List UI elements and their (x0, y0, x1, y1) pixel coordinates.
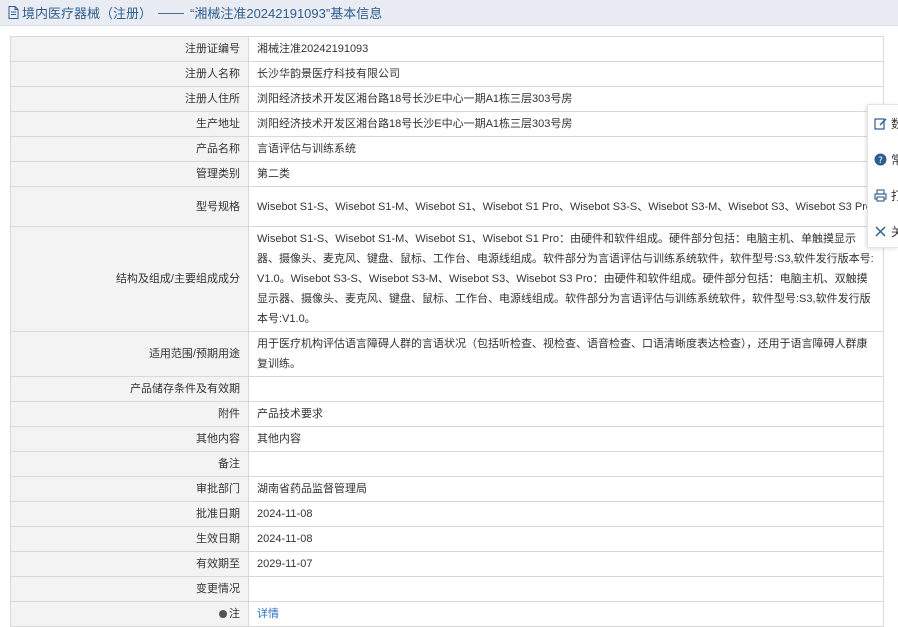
note-icon (219, 610, 227, 618)
table-row: 产品名称 言语评估与训练系统 (10, 136, 884, 162)
feedback-button[interactable]: 数 (868, 105, 898, 141)
row-label: 注册人住所 (10, 86, 249, 112)
table-row: 适用范围/预期用途 用于医疗机构评估语言障碍人群的言语状况（包括听检查、视检查、语… (10, 331, 884, 377)
help-icon: ? (874, 153, 887, 166)
table-row: 其他内容 其他内容 (10, 426, 884, 452)
row-label: 审批部门 (10, 476, 249, 502)
print-button[interactable]: 打 (868, 177, 898, 213)
svg-text:?: ? (878, 156, 883, 166)
row-value: 2024-11-08 (248, 526, 884, 552)
table-row: 结构及组成/主要组成成分 Wisebot S1-S、Wisebot S1-M、Wi… (10, 226, 884, 332)
details-link[interactable]: 详情 (257, 608, 279, 620)
note-label-cell: 注 (10, 601, 249, 627)
note-label: 注 (229, 608, 240, 620)
table-row: 注册人名称 长沙华韵景医疗科技有限公司 (10, 61, 884, 87)
row-label: 产品储存条件及有效期 (10, 376, 249, 402)
table-row: 生产地址 浏阳经济技术开发区湘台路18号长沙E中心一期A1栋三层303号房 (10, 111, 884, 137)
close-button[interactable]: 关 (868, 213, 898, 249)
row-value (248, 376, 884, 402)
close-icon (875, 226, 886, 236)
table-row: 注册人住所 浏阳经济技术开发区湘台路18号长沙E中心一期A1栋三层303号房 (10, 86, 884, 112)
row-label: 注册证编号 (10, 36, 249, 62)
header-title: “湘械注准20242191093”基本信息 (190, 6, 383, 21)
row-label: 适用范围/预期用途 (10, 331, 249, 377)
row-value: Wisebot S1-S、Wisebot S1-M、Wisebot S1、Wis… (248, 226, 884, 332)
row-value: 用于医疗机构评估语言障碍人群的言语状况（包括听检查、视检查、语音检查、口语清晰度… (248, 331, 884, 377)
close-label: 关 (891, 224, 898, 239)
row-label: 注册人名称 (10, 61, 249, 87)
print-label: 打 (891, 188, 898, 203)
floating-sidebar: 数 ? 常 打 关 (867, 104, 898, 248)
header-separator: —— (158, 5, 185, 20)
info-table: 注册证编号 湘械注准20242191093 注册人名称 长沙华韵景医疗科技有限公司 注册… (10, 36, 884, 627)
table-row: 备注 (10, 451, 884, 477)
row-label: 其他内容 (10, 426, 249, 452)
row-label: 结构及组成/主要组成成分 (10, 226, 249, 332)
header-category: 境内医疗器械（注册） (22, 6, 153, 21)
document-icon (8, 6, 19, 19)
row-label: 型号规格 (10, 186, 249, 227)
row-value: 浏阳经济技术开发区湘台路18号长沙E中心一期A1栋三层303号房 (248, 111, 884, 137)
table-row: 型号规格 Wisebot S1-S、Wisebot S1-M、Wisebot S1… (10, 186, 884, 227)
row-value: 第二类 (248, 161, 884, 187)
row-label: 变更情况 (10, 576, 249, 602)
row-value: 浏阳经济技术开发区湘台路18号长沙E中心一期A1栋三层303号房 (248, 86, 884, 112)
faq-label: 常 (891, 152, 898, 167)
row-label: 附件 (10, 401, 249, 427)
row-label: 生效日期 (10, 526, 249, 552)
row-label: 产品名称 (10, 136, 249, 162)
table-row: 审批部门 湖南省药品监督管理局 (10, 476, 884, 502)
row-value: 2029-11-07 (248, 551, 884, 577)
edit-icon (874, 117, 887, 130)
row-value: 言语评估与训练系统 (248, 136, 884, 162)
table-row: 产品储存条件及有效期 (10, 376, 884, 402)
row-value: 湖南省药品监督管理局 (248, 476, 884, 502)
row-value: 其他内容 (248, 426, 884, 452)
table-row-note: 注 详情 (10, 601, 884, 627)
table-row: 管理类别 第二类 (10, 161, 884, 187)
row-label: 生产地址 (10, 111, 249, 137)
table-row: 注册证编号 湘械注准20242191093 (10, 36, 884, 62)
row-value (248, 451, 884, 477)
row-label: 管理类别 (10, 161, 249, 187)
table-row: 生效日期 2024-11-08 (10, 526, 884, 552)
row-value: Wisebot S1-S、Wisebot S1-M、Wisebot S1、Wis… (248, 186, 884, 227)
row-value (248, 576, 884, 602)
row-value: 2024-11-08 (248, 501, 884, 527)
table-row: 有效期至 2029-11-07 (10, 551, 884, 577)
row-label: 有效期至 (10, 551, 249, 577)
row-value: 长沙华韵景医疗科技有限公司 (248, 61, 884, 87)
table-row: 变更情况 (10, 576, 884, 602)
row-label: 备注 (10, 451, 249, 477)
print-icon (874, 188, 887, 202)
page-header: 境内医疗器械（注册） —— “湘械注准20242191093”基本信息 (0, 0, 898, 26)
row-label: 批准日期 (10, 501, 249, 527)
table-row: 附件 产品技术要求 (10, 401, 884, 427)
note-value-cell: 详情 (248, 601, 884, 627)
row-value: 产品技术要求 (248, 401, 884, 427)
table-row: 批准日期 2024-11-08 (10, 501, 884, 527)
faq-button[interactable]: ? 常 (868, 141, 898, 177)
row-value: 湘械注准20242191093 (248, 36, 884, 62)
feedback-label: 数 (891, 116, 898, 131)
